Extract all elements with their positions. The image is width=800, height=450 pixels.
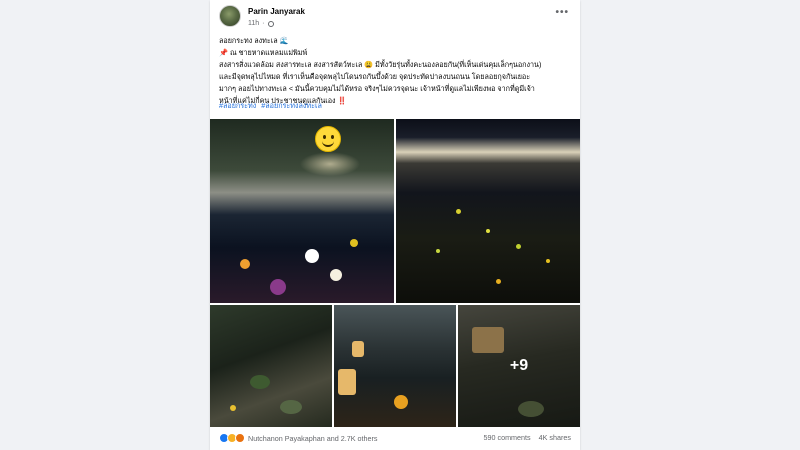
post-card: Parin Janyarak 11h · ••• ลอยกระทง ลงทะเล… [210,0,580,450]
post-header: Parin Janyarak 11h · ••• [219,5,571,31]
hashtag-link[interactable]: #ลอยกระทงลงทะเล [261,101,322,110]
globe-icon [267,20,274,27]
hashtags: #ลอยกระทง #ลอยกระทงลงทะเล [219,101,325,112]
krathong-light [516,244,521,249]
more-options-icon[interactable]: ••• [555,7,569,18]
reactions-text[interactable]: Nutchanon Payakaphan and 2.7K others [248,434,377,443]
angry-icon [235,433,245,443]
post-text-line: สงสารสิ่งแวดล้อม สงสารทะเล สงสารสัตว์ทะเ… [219,60,542,69]
krathong [280,400,302,414]
post-text-line: มากๆ ลอยไปทางทะเล < มันนี้ควบคุมไม่ได้หร… [219,84,535,93]
krathong-flower [330,269,342,281]
reactions-summary[interactable]: Nutchanon Payakaphan and 2.7K others [219,433,377,443]
krathong-flower [305,249,319,263]
krathong-light [350,239,358,247]
post-text-line: 📌 ณ ชายหาดแหลมแม่พิมพ์ [219,48,308,57]
krathong-light [496,279,501,284]
photo-2[interactable] [396,119,580,303]
plastic-cup [352,341,364,357]
krathong-light [546,259,550,263]
krathong [250,375,270,389]
author-name[interactable]: Parin Janyarak [248,7,305,16]
comments-count[interactable]: 590 comments [483,433,530,442]
hashtag-link[interactable]: #ลอยกระทง [219,101,256,110]
krathong-light [456,209,461,214]
smiley-sticker-icon [315,126,341,152]
more-photos-overlay[interactable]: +9 [458,305,580,427]
post-text-line: และมีจุดพลุไปไหมด ที่เราเห็นคือจุดพลุไปโ… [219,72,531,81]
photo-3[interactable] [210,305,332,427]
post-footer: Nutchanon Payakaphan and 2.7K others 590… [219,433,571,445]
photo-1[interactable] [210,119,394,303]
photo-4[interactable] [334,305,456,427]
krathong-light [486,229,490,233]
post-text-line: ลอยกระทง ลงทะเล 🌊 [219,36,289,45]
post-text: ลอยกระทง ลงทะเล 🌊 📌 ณ ชายหาดแหลมแม่พิมพ์… [219,35,571,107]
avatar[interactable] [219,5,241,27]
photo-grid: +9 [210,119,580,427]
post-stats: 590 comments 4K shares [483,433,571,442]
krathong-flower [394,395,408,409]
photo-5[interactable]: +9 [458,305,580,427]
post-meta: 11h · [248,20,274,27]
shares-count[interactable]: 4K shares [539,433,571,442]
krathong-light [230,405,236,411]
post-time[interactable]: 11h [248,20,259,27]
krathong-flower [270,279,286,295]
plastic-cup [338,369,356,395]
krathong-light [240,259,250,269]
krathong-light [436,249,440,253]
